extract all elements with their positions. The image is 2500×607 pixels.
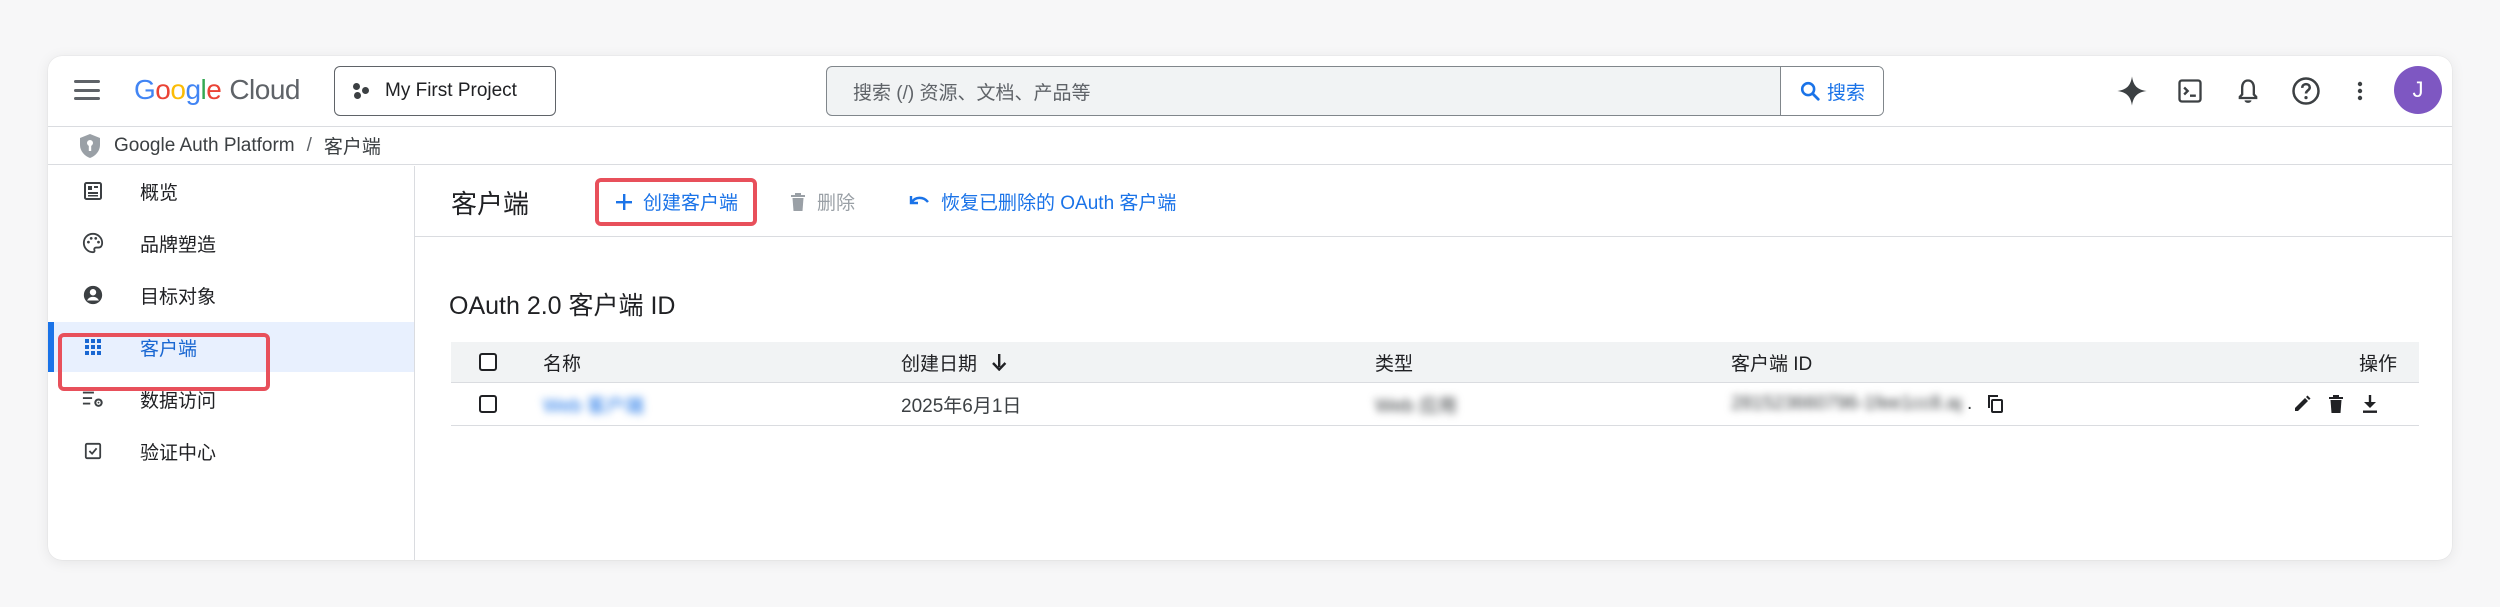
client-created-date: 2025年6月1日 [901, 395, 1022, 417]
logo-google-text: Google [134, 74, 222, 105]
column-header-name[interactable]: 名称 [543, 342, 581, 382]
sidebar-item-label: 客户端 [140, 338, 198, 360]
sidebar-item-overview[interactable]: 概览 [48, 166, 414, 216]
client-id-value: 281523660796-1fee1cc8.apps [1731, 393, 1961, 414]
notifications-bell-icon[interactable] [2230, 73, 2266, 109]
help-icon[interactable] [2288, 73, 2324, 109]
google-cloud-logo[interactable]: Google Cloud [134, 74, 300, 106]
column-header-type[interactable]: 类型 [1375, 342, 1413, 382]
clients-table: 名称 创建日期 类型 客户端 ID 操作 Web 客户端 2025年6月1日 W… [451, 342, 2419, 426]
cloud-shell-icon[interactable] [2172, 73, 2208, 109]
sidebar-item-data-access[interactable]: 数据访问 [48, 374, 414, 424]
search-button[interactable]: 搜索 [1780, 67, 1883, 115]
sidebar-item-clients[interactable]: 客户端 [48, 322, 414, 372]
search-icon [1800, 81, 1820, 101]
download-icon[interactable] [2359, 393, 2381, 415]
sidebar-item-label: 目标对象 [140, 286, 217, 308]
plus-icon [616, 193, 632, 210]
arrow-down-icon [992, 354, 1007, 371]
sidebar-item-verification[interactable]: 验证中心 [48, 426, 414, 476]
grid-icon [82, 336, 104, 358]
sidebar-item-label: 品牌塑造 [140, 234, 217, 256]
column-header-created-label: 创建日期 [901, 353, 978, 375]
client-type: Web 应用 [1375, 395, 1458, 417]
breadcrumb-separator: / [306, 134, 312, 156]
delete-label: 删除 [817, 193, 856, 214]
sidebar-item-label: 数据访问 [140, 390, 217, 412]
create-client-button[interactable]: 创建客户端 [615, 188, 738, 215]
main-menu-icon[interactable] [74, 80, 100, 100]
sidebar-item-branding[interactable]: 品牌塑造 [48, 218, 414, 268]
project-picker-button[interactable]: My First Project [334, 66, 556, 116]
delete-trash-icon[interactable] [2325, 393, 2347, 415]
column-header-created[interactable]: 创建日期 [901, 342, 1007, 382]
trash-icon [791, 192, 805, 211]
action-bar: 客户端 创建客户端 删除 恢复已删除的 OAuth 客户端 [415, 166, 2452, 237]
search-button-label: 搜索 [1826, 82, 1865, 104]
breadcrumb-root[interactable]: Google Auth Platform [114, 135, 295, 157]
main-content: 客户端 创建客户端 删除 恢复已删除的 OAuth 客户端 OAuth 2.0 … [415, 166, 2452, 560]
restore-deleted-clients-button[interactable]: 恢复已删除的 OAuth 客户端 [909, 188, 1176, 215]
search-bar: 搜索 (/) 资源、文档、产品等 搜索 [826, 66, 1884, 116]
project-label: My First Project [385, 80, 517, 101]
account-avatar[interactable]: J [2394, 66, 2442, 114]
sidebar-item-label: 概览 [140, 182, 179, 204]
sidebar-item-label: 验证中心 [140, 442, 217, 464]
page-title: 客户端 [451, 189, 530, 219]
table-row: Web 客户端 2025年6月1日 Web 应用 281523660796-1f… [451, 383, 2419, 426]
top-bar: Google Cloud My First Project 搜索 (/) 资源、文… [48, 56, 2452, 127]
section-title: OAuth 2.0 客户端 ID [449, 292, 676, 320]
client-name-link[interactable]: Web 客户端 [543, 383, 644, 425]
breadcrumb-current: 客户端 [323, 137, 381, 158]
sidebar-item-audience[interactable]: 目标对象 [48, 270, 414, 320]
checkbox-icon [82, 440, 104, 462]
palette-icon [82, 232, 104, 254]
data-settings-icon [82, 388, 104, 410]
search-input[interactable]: 搜索 (/) 资源、文档、产品等 [827, 67, 1780, 115]
column-header-client-id[interactable]: 客户端 ID [1731, 342, 1812, 382]
row-checkbox[interactable] [479, 395, 497, 413]
logo-cloud-text: Cloud [229, 74, 300, 105]
edit-pencil-icon[interactable] [2291, 393, 2313, 415]
more-options-icon[interactable] [2342, 73, 2378, 109]
breadcrumb: Google Auth Platform / 客户端 [48, 127, 2452, 165]
sidebar: 概览 品牌塑造 目标对象 客户端 数据访问 验证中心 [48, 166, 415, 560]
client-id-cell: 281523660796-1fee1cc8.apps . [1731, 383, 2006, 425]
create-client-label: 创建客户端 [643, 193, 739, 214]
restore-label: 恢复已删除的 OAuth 客户端 [941, 193, 1177, 214]
column-header-actions: 操作 [2358, 353, 2397, 375]
undo-icon [909, 195, 929, 204]
table-header: 名称 创建日期 类型 客户端 ID 操作 [451, 342, 2419, 383]
person-icon [82, 284, 104, 306]
overview-icon [82, 180, 104, 202]
copy-icon[interactable] [1984, 393, 2006, 415]
select-all-checkbox[interactable] [479, 353, 497, 371]
client-id-suffix: . [1967, 393, 1973, 414]
app-window: Google Cloud My First Project 搜索 (/) 资源、文… [48, 56, 2452, 560]
project-icon [353, 82, 371, 100]
row-actions [2291, 383, 2381, 425]
shield-icon [80, 133, 100, 158]
delete-button[interactable]: 删除 [789, 188, 855, 215]
gemini-sparkle-icon[interactable] [2114, 73, 2150, 109]
